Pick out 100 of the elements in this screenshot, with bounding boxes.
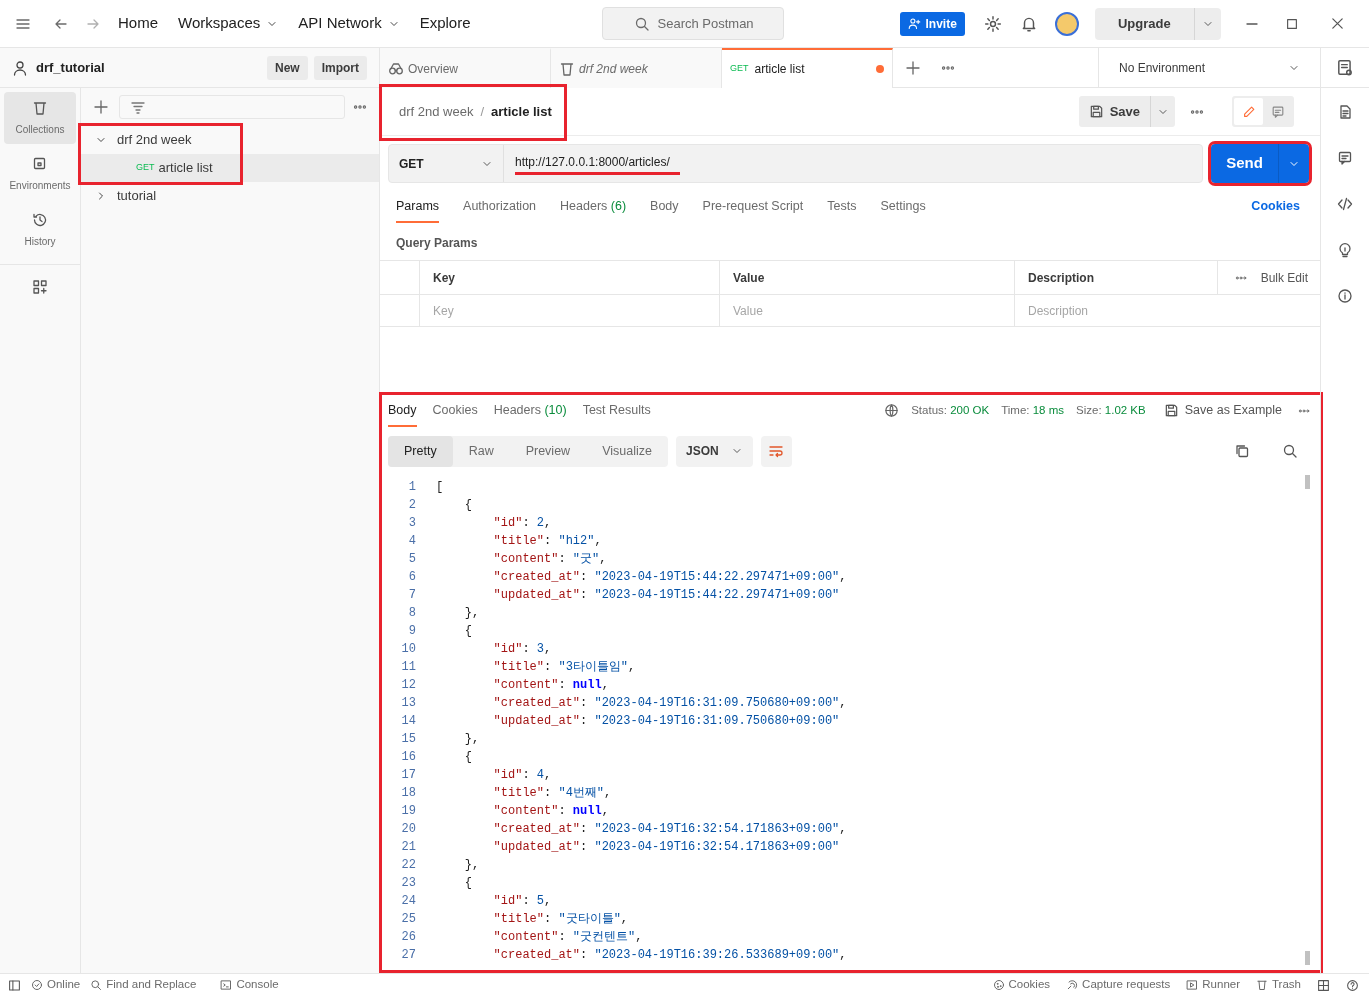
info-icon[interactable] [1337, 288, 1353, 304]
layout-icon[interactable] [1317, 978, 1330, 992]
nav-link[interactable]: Explore [419, 12, 471, 35]
tab[interactable]: Body [388, 401, 417, 427]
view-tab[interactable]: Pretty [388, 435, 453, 467]
search-icon[interactable] [1282, 443, 1298, 459]
status-bar-item[interactable]: Trash [1256, 976, 1301, 994]
line-number: 1 [407, 479, 416, 496]
line-number: 5 [407, 551, 416, 568]
tab[interactable]: Authorization [463, 197, 537, 223]
plus-icon[interactable] [93, 99, 109, 115]
nav-link[interactable]: API Network [298, 12, 400, 35]
code-line: "id": 4, [492, 767, 552, 784]
sidebar-toggle-icon[interactable] [8, 978, 21, 992]
time-text: Time: 18 ms [1001, 403, 1065, 418]
search-field[interactable]: Search Postman [601, 7, 784, 40]
sidebar-item[interactable]: Collections [4, 92, 76, 144]
environment-selector[interactable]: No Environment [1098, 48, 1320, 87]
help-icon[interactable] [1346, 978, 1359, 992]
online-icon [31, 979, 43, 991]
comment-icon[interactable] [1337, 150, 1353, 166]
view-tab[interactable]: Raw [452, 435, 510, 467]
tab[interactable]: Headers (6) [560, 197, 627, 223]
request-item[interactable]: GET article list [81, 154, 379, 182]
line-number: 4 [407, 533, 416, 550]
code-line: "content": "굿컨텐트", [492, 929, 643, 946]
status-bar-item[interactable]: Capture requests [1066, 976, 1171, 994]
nav-link[interactable]: Workspaces [178, 12, 279, 35]
nav-link[interactable]: Home [118, 12, 158, 35]
cookies-link[interactable]: Cookies [1251, 197, 1304, 223]
close-icon[interactable] [1329, 16, 1345, 31]
globe-icon [884, 403, 900, 419]
code-line: "title": "굿타이틀", [492, 911, 629, 928]
search-icon [633, 15, 650, 32]
status-bar-item[interactable]: Cookies [992, 976, 1051, 994]
request-tab[interactable]: GET article list [722, 48, 893, 88]
request-tab[interactable]: Overview [380, 48, 551, 88]
trash-icon [1256, 979, 1268, 991]
wrap-lines-button[interactable] [760, 435, 792, 467]
workspace-button[interactable]: Import [313, 55, 367, 80]
console-icon [220, 979, 233, 991]
format-dropdown[interactable]: JSON [675, 435, 753, 467]
code-line: "content": null, [492, 803, 609, 820]
code-line: "created_at": "2023-04-19T16:39:26.533689+09:00", [492, 947, 847, 964]
status-bar-item[interactable]: Console [220, 976, 279, 994]
collection-item[interactable]: drf 2nd week [81, 126, 379, 154]
workspace-button[interactable]: New [266, 55, 308, 80]
tab[interactable]: Cookies [432, 401, 478, 427]
code-icon[interactable] [1337, 196, 1353, 212]
mode-toggle-button[interactable] [1234, 98, 1263, 125]
status-bar-item[interactable]: Runner [1186, 976, 1240, 994]
line-number: 13 [400, 695, 416, 712]
add-apps-icon[interactable] [32, 279, 48, 295]
status-bar-item[interactable]: Online [31, 976, 81, 994]
breadcrumb-link[interactable]: drf 2nd week [399, 101, 474, 122]
tab[interactable]: Params [396, 197, 440, 223]
plus-icon[interactable] [905, 59, 921, 76]
save-as-example-button[interactable]: Save as Example [1163, 401, 1282, 420]
line-number: 22 [400, 857, 416, 874]
tab[interactable]: Body [650, 197, 679, 223]
code-line: "created_at": "2023-04-19T15:44:22.297471+09:00", [492, 569, 847, 586]
invite-button[interactable]: Invite [899, 11, 965, 36]
add-user-icon [907, 17, 921, 30]
tab[interactable]: Headers (10) [493, 401, 567, 427]
tab[interactable]: Settings [880, 197, 926, 223]
code-line: "updated_at": "2023-04-19T16:32:54.171863+09:00" [492, 839, 840, 856]
code-line: }, [463, 605, 480, 622]
sidebar-item[interactable]: History [4, 204, 76, 256]
section-title: Query Params [395, 235, 479, 252]
filter-field[interactable] [119, 95, 345, 119]
size-text: Size: 1.02 KB [1076, 403, 1146, 418]
copy-icon[interactable] [1234, 443, 1250, 459]
view-tab[interactable]: Preview [509, 435, 587, 467]
column-header: Key [420, 261, 720, 294]
tab[interactable]: Test Results [582, 401, 651, 427]
maximize-icon[interactable] [1284, 16, 1299, 31]
line-number: 25 [400, 911, 416, 928]
code-line: "id": 3, [492, 641, 552, 658]
request-tab[interactable]: drf 2nd week [551, 48, 722, 88]
collection-item[interactable]: tutorial [81, 182, 379, 210]
documentation-icon[interactable] [1337, 104, 1353, 120]
bulk-edit-button[interactable]: Bulk Edit [1260, 268, 1308, 287]
filter-icon [130, 99, 146, 115]
tab[interactable]: Tests [827, 197, 857, 223]
scrollbar[interactable] [1305, 475, 1310, 965]
settings-icon[interactable] [983, 14, 1002, 33]
history-icon [32, 211, 48, 228]
sidebar-item[interactable]: Environments [4, 148, 76, 200]
tab[interactable]: Pre-request Script [702, 197, 804, 223]
code-line: }, [463, 857, 480, 874]
lightbulb-icon[interactable] [1337, 242, 1353, 258]
line-number: 15 [400, 731, 416, 748]
status-bar-item[interactable]: Find and Replace [90, 976, 197, 994]
avatar[interactable] [1054, 11, 1079, 36]
code-line: { [463, 749, 472, 766]
pencil-icon [1241, 104, 1256, 119]
environment-quick-look-icon[interactable] [1336, 58, 1354, 77]
view-tab[interactable]: Visualize [586, 435, 668, 467]
collection-icon [559, 61, 575, 77]
workspace-name: drf_tutorial [36, 58, 105, 77]
